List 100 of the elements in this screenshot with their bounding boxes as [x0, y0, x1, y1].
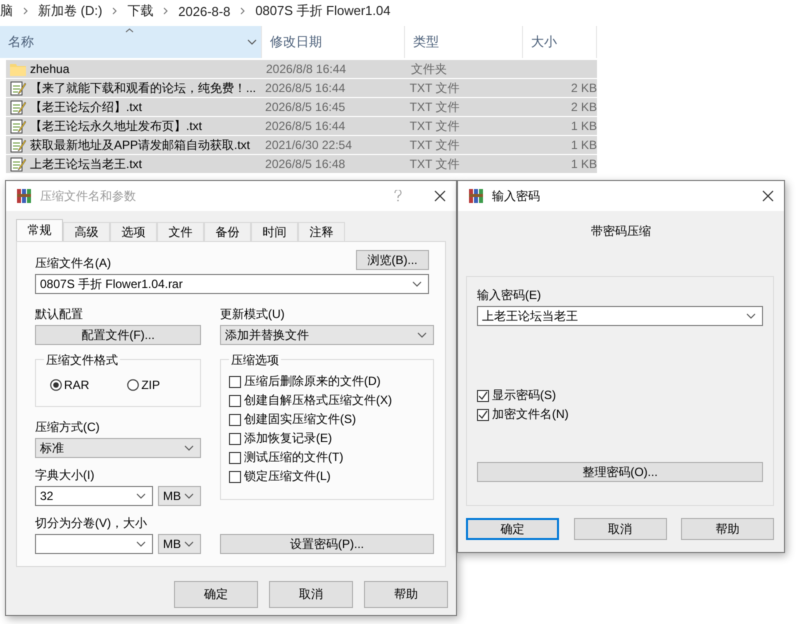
column-header[interactable]: 修改日期 [262, 26, 405, 58]
text-file-icon [10, 80, 26, 96]
file-date: 2026/8/5 16:44 [264, 119, 346, 133]
dialog-button[interactable]: 取消 [269, 581, 353, 608]
group-title: 压缩选项 [229, 352, 281, 369]
set-password-button[interactable]: 设置密码(P)... [220, 534, 434, 554]
tab[interactable]: 备份 [204, 222, 251, 241]
file-size: 1 KB [570, 119, 598, 133]
update-mode-dropdown[interactable]: 添加并替换文件 [220, 325, 434, 345]
file-name: 【来了就能下载和观看的论坛，纯免费！... [30, 80, 256, 96]
checkbox[interactable]: 锁定压缩文件(L) [229, 467, 427, 486]
app-icon [16, 188, 32, 204]
browse-button[interactable]: 浏览(B)... [356, 250, 429, 270]
checkbox[interactable]: 压缩后删除原来的文件(D) [229, 372, 427, 391]
dialog-button[interactable]: 帮助 [681, 518, 774, 540]
file-name: 上老王论坛当老王.txt [30, 156, 142, 172]
file-size: 2 KB [570, 81, 598, 95]
field-label: 输入密码(E) [477, 287, 542, 304]
breadcrumb-item[interactable]: 2026-8-8 [178, 4, 230, 18]
password-field[interactable]: 上老王论坛当老王 [477, 306, 763, 326]
file-name: 【老王论坛介绍】.txt [30, 98, 142, 116]
checkbox[interactable]: 添加恢复记录(E) [229, 429, 427, 448]
column-header[interactable]: 类型 [405, 26, 523, 58]
profile-button[interactable]: 配置文件(F)... [35, 325, 201, 345]
dialog-button[interactable]: 确定 [174, 581, 258, 608]
file-size: 1 KB [570, 157, 598, 171]
chevron-right-icon [240, 7, 246, 15]
file-row[interactable]: 【来了就能下载和观看的论坛，纯免费！... 2026/8/5 16:44 TXT 文件 2 KB [6, 79, 597, 98]
group-title: 压缩文件格式 [44, 352, 120, 369]
window-title: 压缩文件名和参数 [40, 188, 137, 204]
dictionary-field[interactable]: 32 [35, 486, 153, 506]
file-row[interactable]: zhehua 2026/8/8 16:44 文件夹 [6, 60, 597, 79]
unit-dropdown[interactable]: MB [158, 534, 201, 554]
tab[interactable]: 文件 [157, 222, 204, 241]
file-row[interactable]: 获取最新地址及APP请发邮箱自动获取.txt 2021/6/30 22:54 TXT 文件 1 KB [6, 136, 597, 155]
breadcrumb-item[interactable]: 下载 [127, 2, 154, 20]
file-name: zhehua [30, 62, 70, 76]
file-row[interactable]: 【老王论坛永久地址发布页】.txt 2026/8/5 16:44 TXT 文件 1 KB [6, 117, 597, 136]
folder-icon [10, 62, 26, 76]
breadcrumb-item[interactable]: 新加卷 (D:) [38, 2, 102, 20]
file-type: TXT 文件 [408, 136, 460, 154]
tab[interactable]: 时间 [251, 222, 298, 241]
chevron-down-icon [412, 281, 422, 287]
chevron-down-icon [136, 493, 146, 499]
breadcrumb-item[interactable]: 0807S 手折 Flower1.04 [255, 2, 390, 20]
file-size: 2 KB [570, 100, 598, 114]
file-date: 2026/8/5 16:48 [264, 157, 346, 171]
radio-circle-icon[interactable] [50, 379, 62, 391]
radio-circle-icon[interactable] [127, 379, 140, 391]
column-header[interactable]: 大小 [523, 26, 597, 58]
breadcrumb-item[interactable]: 脑 [0, 2, 13, 20]
checkbox[interactable]: 创建固实压缩文件(S) [229, 410, 427, 429]
tab[interactable]: 注释 [298, 222, 345, 241]
organize-passwords-button[interactable]: 整理密码(O)... [477, 462, 763, 482]
chevron-down-icon [136, 541, 146, 547]
dialog-button[interactable]: 帮助 [364, 581, 448, 608]
radio-button[interactable]: RAR [50, 378, 90, 392]
checkbox[interactable]: 创建自解压格式压缩文件(X) [229, 391, 427, 410]
file-row[interactable]: 【老王论坛介绍】.txt 2026/8/5 16:45 TXT 文件 2 KB [6, 98, 597, 117]
chevron-down-icon [184, 445, 194, 451]
file-name: 获取最新地址及APP请发邮箱自动获取.txt [30, 136, 250, 154]
close-icon[interactable] [434, 190, 446, 202]
archive-name-field[interactable]: 0807S 手折 Flower1.04.rar [35, 274, 429, 294]
close-icon[interactable] [762, 190, 774, 202]
checkbox[interactable]: 加密文件名(N) [477, 405, 763, 424]
tab[interactable]: 常规 [16, 219, 63, 241]
help-icon[interactable] [394, 190, 402, 202]
checkbox[interactable]: 显示密码(S) [477, 386, 763, 405]
field-label: 默认配置 [35, 306, 84, 323]
field-label: 压缩方式(C) [35, 419, 101, 436]
text-file-icon [10, 118, 26, 134]
field-label: 压缩文件名(A) [35, 255, 111, 272]
split-size-field[interactable] [35, 534, 153, 554]
chevron-down-icon [184, 541, 194, 547]
field-label: 字典大小(I) [35, 467, 96, 484]
file-size: 1 KB [570, 138, 598, 152]
chevron-right-icon [163, 7, 168, 15]
app-icon [468, 188, 484, 204]
dialog-heading: 带密码压缩 [590, 223, 652, 240]
file-date: 2026/8/5 16:44 [264, 81, 346, 95]
column-header[interactable]: 名称 [0, 26, 262, 58]
file-type: TXT 文件 [408, 156, 460, 172]
unit-dropdown[interactable]: MB [158, 486, 201, 506]
chevron-down-icon [746, 313, 756, 319]
text-file-icon [10, 99, 26, 115]
text-file-icon [10, 156, 26, 172]
file-row[interactable]: 上老王论坛当老王.txt 2026/8/5 16:48 TXT 文件 1 KB [6, 155, 597, 174]
file-date: 2026/8/5 16:45 [264, 100, 346, 114]
method-dropdown[interactable]: 标准 [35, 438, 201, 458]
sort-caret-icon [125, 28, 134, 33]
checkbox[interactable]: 测试压缩的文件(T) [229, 448, 427, 467]
dialog-button[interactable]: 取消 [574, 518, 666, 540]
chevron-right-icon [112, 7, 118, 15]
radio-button[interactable]: ZIP [127, 378, 160, 392]
field-label: 更新模式(U) [220, 306, 286, 323]
file-name: 【老王论坛永久地址发布页】.txt [30, 118, 202, 134]
dialog-button[interactable]: 确定 [466, 518, 559, 540]
file-type: TXT 文件 [408, 118, 460, 134]
tab[interactable]: 选项 [110, 222, 157, 241]
tab[interactable]: 高级 [63, 222, 110, 241]
